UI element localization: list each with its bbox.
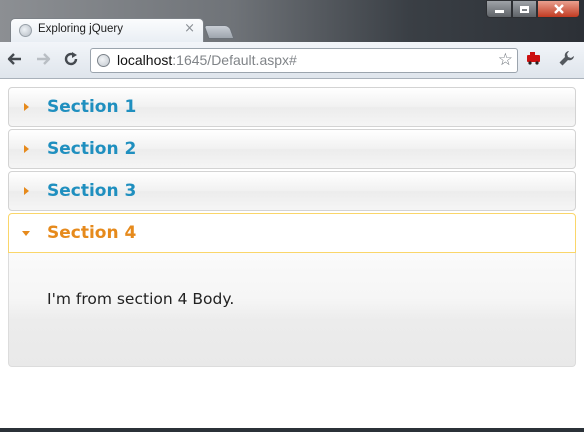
url-host: localhost <box>117 52 173 68</box>
accordion-header-label: Section 4 <box>47 223 137 243</box>
taskbar-edge <box>0 428 584 432</box>
accordion-header-label: Section 1 <box>47 97 137 117</box>
url-path: :1645/Default.aspx# <box>172 52 297 68</box>
url-text[interactable]: localhost:1645/Default.aspx# <box>117 52 297 68</box>
accordion-header-label: Section 3 <box>47 181 137 201</box>
minimize-button[interactable] <box>486 0 512 18</box>
minimize-icon <box>494 10 504 13</box>
accordion-header-section-1[interactable]: Section 1 <box>8 87 576 127</box>
window-controls <box>486 0 580 18</box>
close-icon <box>553 4 564 14</box>
browser-tab[interactable]: Exploring jQuery × <box>10 18 204 42</box>
accordion: Section 1 Section 2 Section 3 Section 4 … <box>8 87 576 367</box>
accordion-header-section-4[interactable]: Section 4 <box>8 213 576 253</box>
triangle-right-icon <box>24 145 29 153</box>
wrench-icon[interactable] <box>558 50 575 71</box>
accordion-panel-text: I'm from section 4 Body. <box>47 290 235 308</box>
address-bar[interactable]: localhost:1645/Default.aspx# ☆ <box>90 48 518 73</box>
accordion-header-label: Section 2 <box>47 139 137 159</box>
accordion-header-section-3[interactable]: Section 3 <box>8 171 576 211</box>
tab-close-icon[interactable]: × <box>184 22 195 36</box>
maximize-button[interactable] <box>512 0 537 18</box>
new-tab-button[interactable] <box>203 25 235 39</box>
triangle-down-icon <box>22 231 30 236</box>
close-window-button[interactable] <box>537 0 580 18</box>
triangle-right-icon <box>24 187 29 195</box>
browser-toolbar: localhost:1645/Default.aspx# ☆ <box>0 42 584 79</box>
back-arrow-icon[interactable] <box>7 51 23 71</box>
globe-icon <box>97 54 110 67</box>
bookmark-star-icon[interactable]: ☆ <box>498 50 513 70</box>
extension-icon[interactable] <box>526 51 542 69</box>
tab-title: Exploring jQuery <box>38 23 124 35</box>
forward-arrow-icon[interactable] <box>35 51 51 71</box>
triangle-right-icon <box>24 103 29 111</box>
title-bar: Exploring jQuery × <box>0 0 584 42</box>
favicon-globe-icon <box>19 24 32 37</box>
maximize-icon <box>520 5 529 13</box>
accordion-panel-section-4: I'm from section 4 Body. <box>8 253 576 367</box>
reload-icon[interactable] <box>63 51 79 71</box>
accordion-header-section-2[interactable]: Section 2 <box>8 129 576 169</box>
